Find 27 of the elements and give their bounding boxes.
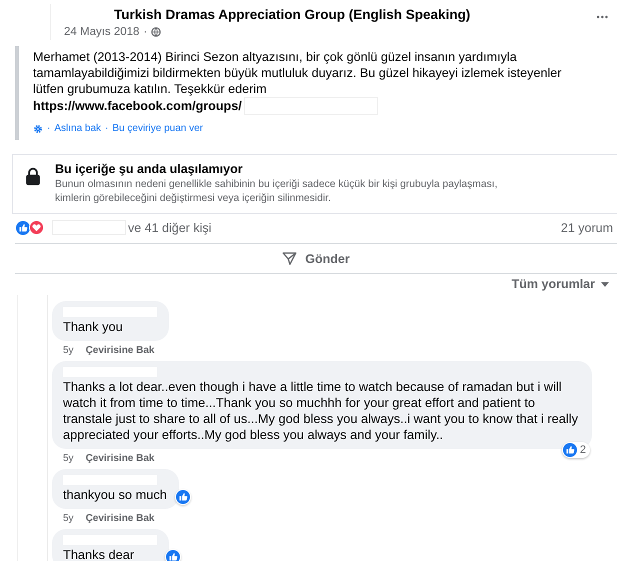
see-translation-link[interactable]: Çevirisine Bak [86, 345, 154, 356]
comment-text: Thank you [63, 319, 124, 335]
like-count: 2 [580, 444, 586, 456]
rate-translation-link[interactable]: Bu çeviriye puan ver [112, 123, 203, 134]
send-button[interactable]: Gönder [276, 248, 356, 269]
comment-time[interactable]: 5y [63, 345, 74, 356]
comment-time[interactable]: 5y [63, 453, 74, 464]
separator: · [143, 26, 148, 38]
unavailable-description: Bunun olmasının nedeni genellikle sahibinin bu içeriği sadece küçük bir kişi grubuyla paylaşması, kimlerin görebileceğini değiştirmesi veya içeriğin silinmesidir. [55, 178, 498, 206]
comment-time[interactable]: 5y [63, 513, 74, 524]
post-date[interactable]: 24 Mayıs 2018 [64, 26, 140, 38]
comment-text: Thanks a lot dear..even though i have a little time to watch because of ramadan but i will watch it from time to time...Thank you so muchhh for your great effort and patient to transtale just to share to all of us...My god bless you always..i want you to know that i really appreciated your efforts..My god bless you always and your family.. [63, 379, 579, 443]
see-original-link[interactable]: Aslına bak [54, 123, 102, 134]
separator: · [105, 123, 108, 134]
comment-text: thankyou so much [63, 487, 167, 503]
group-name[interactable]: Turkish Dramas Appreciation Group (English Speaking) [114, 7, 470, 22]
reaction-badge[interactable]: 2 [562, 442, 590, 458]
more-options-button[interactable]: ••• [596, 12, 609, 22]
comment-count[interactable]: 21 yorum [560, 220, 617, 234]
see-translation-link[interactable]: Çevirisine Bak [86, 513, 154, 524]
comment-text: Thanks dear [63, 547, 136, 561]
unavailable-title: Bu içeriğe şu anda ulaşılamıyor [55, 162, 244, 176]
see-translation-link[interactable]: Çevirisine Bak [86, 453, 154, 464]
sort-dropdown[interactable]: Tüm yorumlar [512, 277, 609, 291]
separator: · [47, 123, 50, 134]
reaction-count[interactable]: ve 41 diğer kişi [128, 220, 212, 234]
group-link[interactable]: https://www.facebook.com/groups/ [33, 98, 242, 114]
